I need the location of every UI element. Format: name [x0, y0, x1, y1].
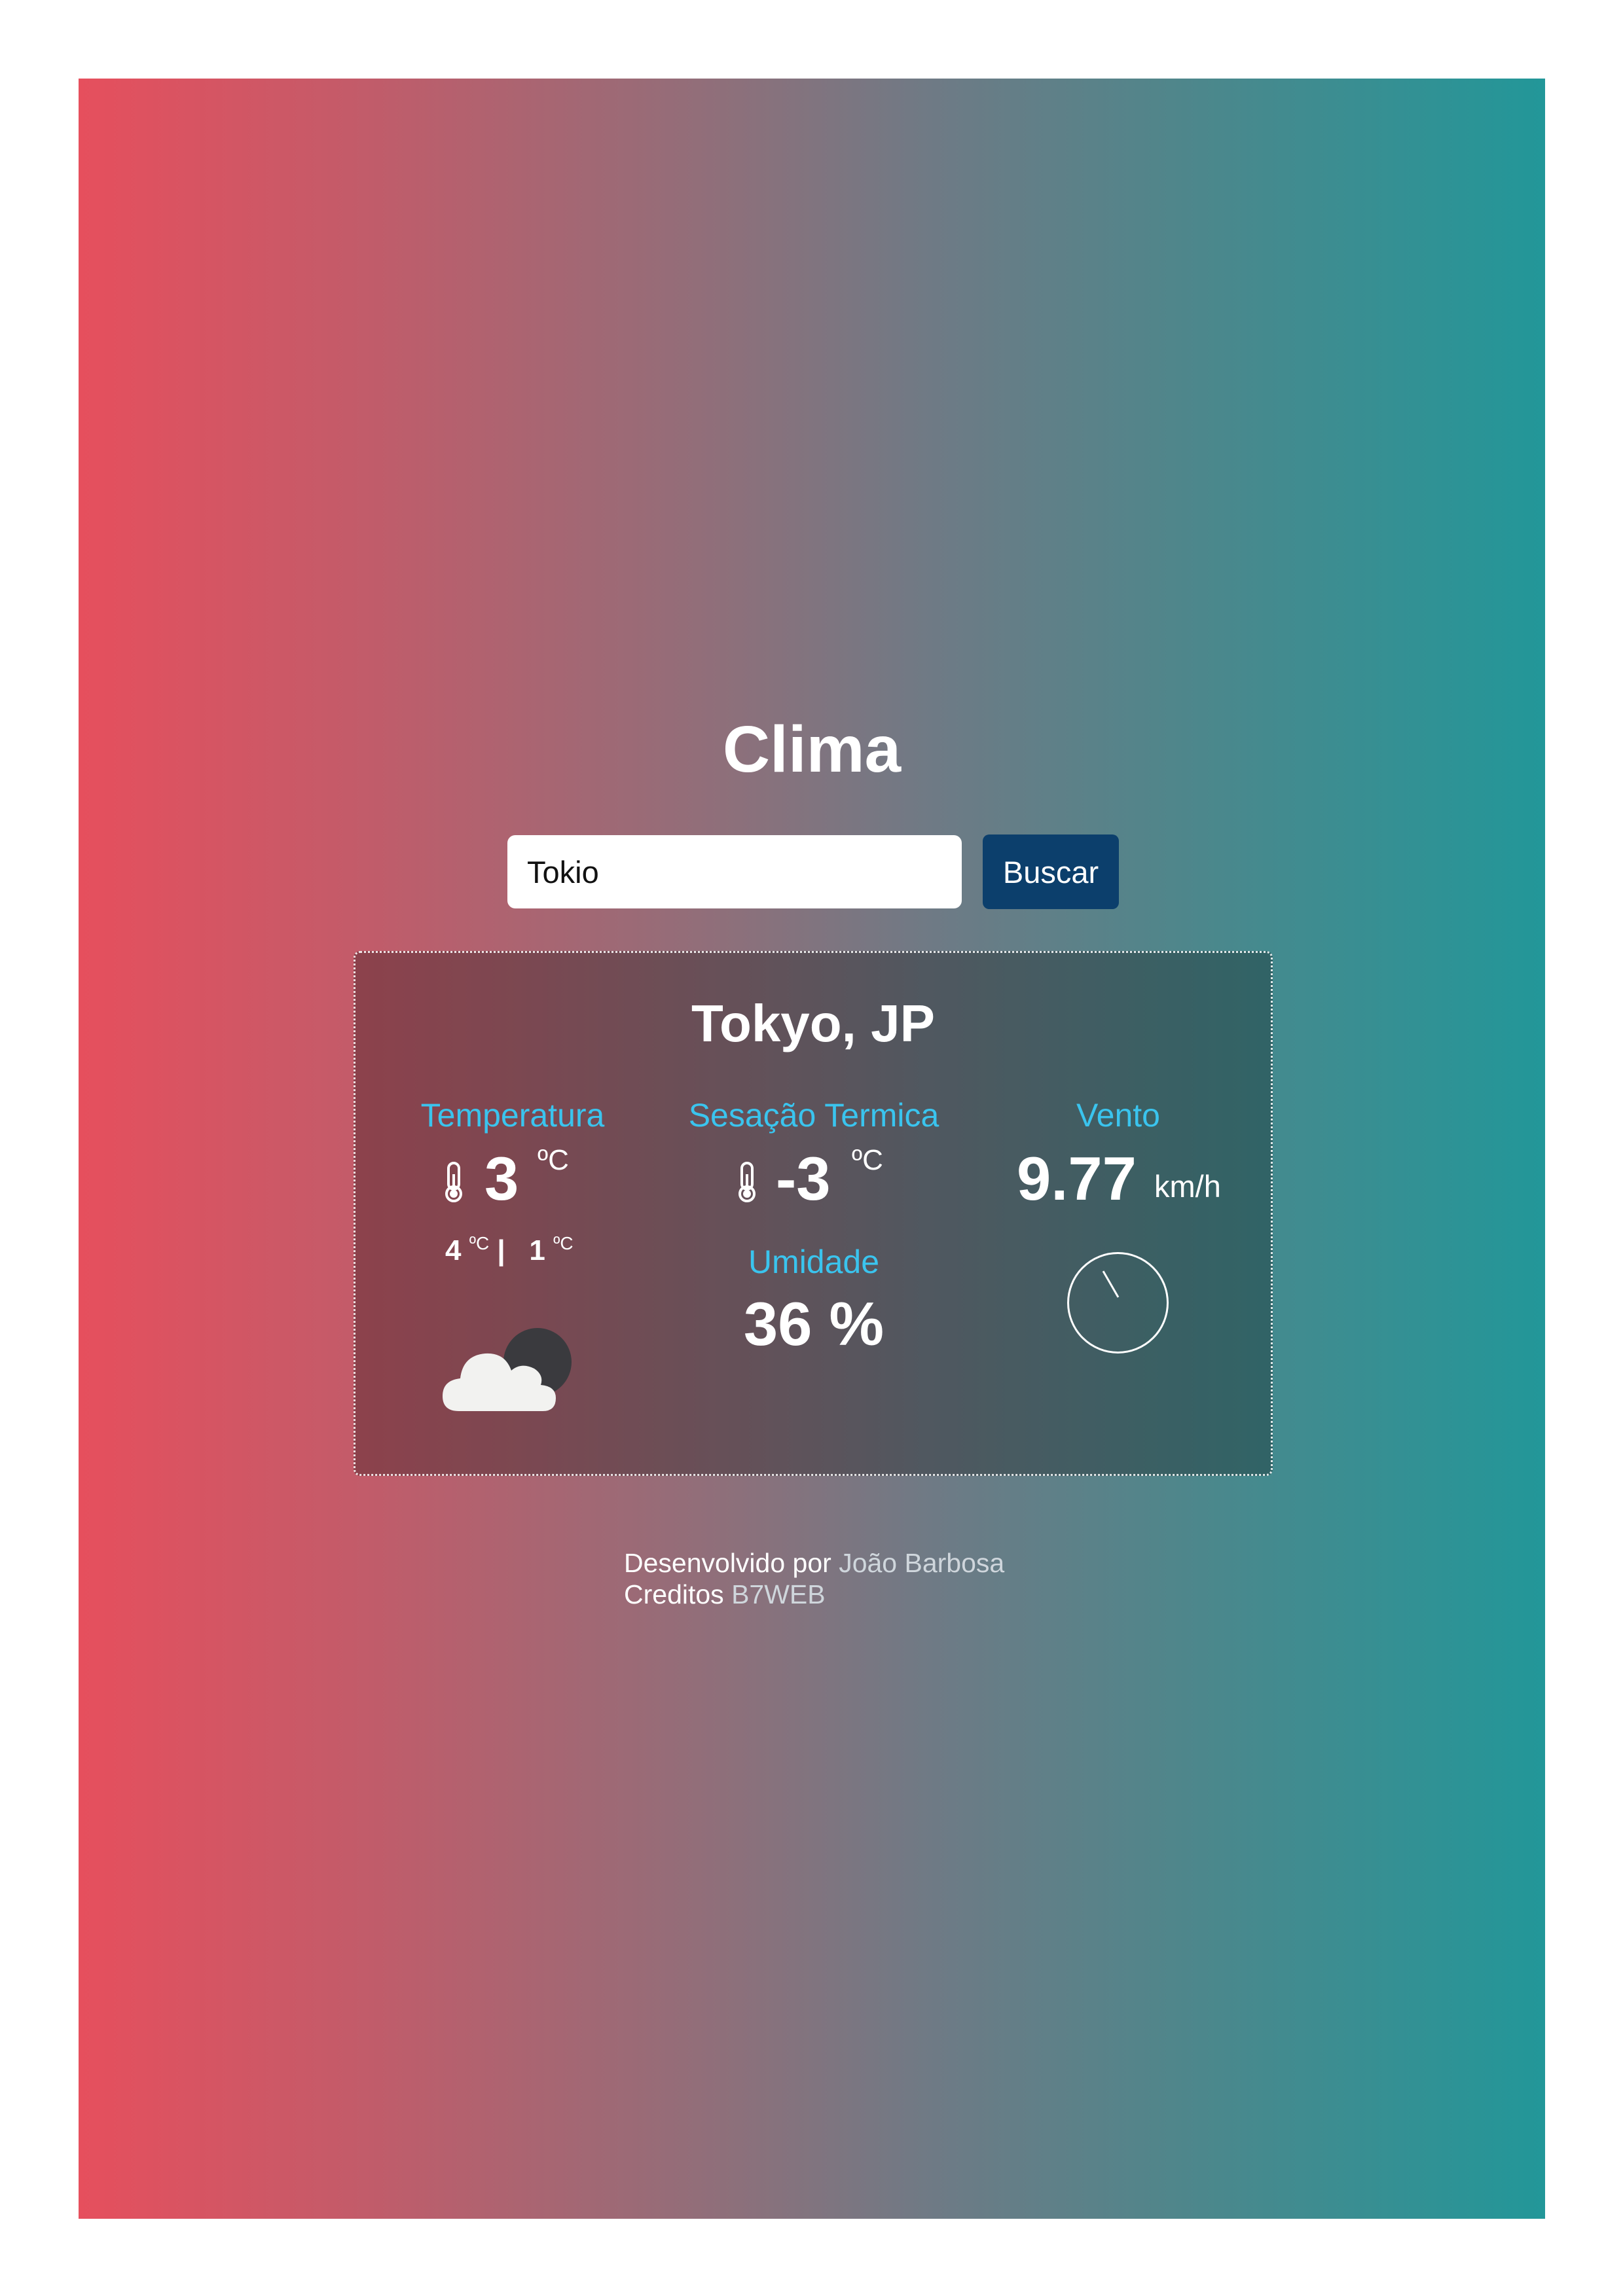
feels-like-label: Sesação Termica [688, 1097, 939, 1134]
credits-label: Creditos [624, 1579, 724, 1609]
temperature-value: 3 [484, 1144, 519, 1213]
search-button[interactable]: Buscar [983, 834, 1119, 909]
app-background: Clima Buscar Tokyo, JP Temperatura 3 ºC … [79, 79, 1545, 2219]
city-search-input[interactable] [507, 835, 962, 908]
cloud-night-icon [443, 1328, 572, 1411]
developed-by-label: Desenvolvido por [624, 1548, 831, 1578]
humidity-label: Umidade [748, 1244, 880, 1280]
credits-link[interactable]: B7WEB [731, 1579, 826, 1609]
humidity-value: 36 % [743, 1289, 884, 1358]
credits-line: Creditos B7WEB [624, 1579, 1004, 1611]
developer-link[interactable]: João Barbosa [839, 1548, 1004, 1578]
wind-label: Vento [1076, 1097, 1160, 1134]
page-title: Clima [722, 713, 902, 786]
thermometer-icon [739, 1162, 756, 1202]
temperature-unit: ºC [538, 1144, 569, 1176]
min-max-separator: | [497, 1234, 505, 1266]
search-bar: Buscar [507, 834, 1119, 909]
thermometer-icon [445, 1162, 462, 1202]
wind-direction-compass [1067, 1252, 1169, 1354]
wind-speed-value: 9.77 [1017, 1144, 1137, 1213]
temperature-min-unit: ºC [553, 1233, 574, 1253]
temperature-max: 4 [445, 1234, 462, 1266]
weather-card: Tokyo, JP Temperatura 3 ºC 4 ºC | 1 ºC S… [354, 951, 1273, 1476]
wind-direction-needle [1102, 1270, 1119, 1298]
temperature-min-max: 4 ºC | 1 ºC [445, 1233, 574, 1266]
temperature-min: 1 [529, 1234, 545, 1266]
feels-like-unit: ºC [852, 1144, 883, 1176]
city-name: Tokyo, JP [691, 994, 935, 1052]
wind-speed-unit: km/h [1154, 1169, 1221, 1204]
temperature-max-unit: ºC [469, 1233, 490, 1253]
footer: Desenvolvido por João Barbosa Creditos B… [624, 1548, 1004, 1610]
feels-like-value: -3 [776, 1144, 831, 1213]
developer-credit: Desenvolvido por João Barbosa [624, 1548, 1004, 1579]
temperature-label: Temperatura [420, 1097, 605, 1134]
